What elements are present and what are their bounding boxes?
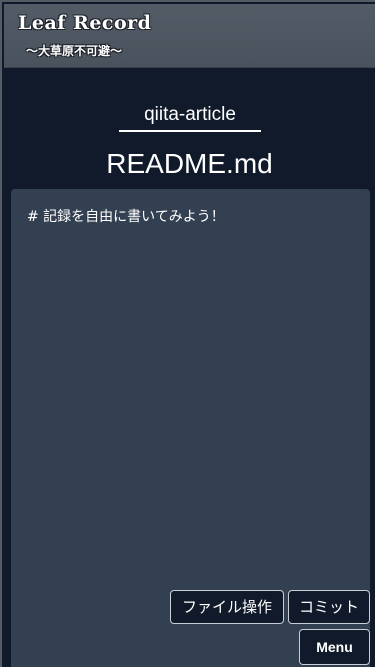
menu-button[interactable]: Menu [299, 629, 370, 665]
app-frame: Leaf Record 〜大草原不可避〜 qiita-article READM… [0, 0, 375, 667]
app-logo-subtitle: 〜大草原不可避〜 [26, 44, 123, 58]
app-header: Leaf Record 〜大草原不可避〜 [4, 4, 375, 68]
file-name-title: README.md [106, 148, 273, 179]
commit-button[interactable]: コミット [288, 590, 370, 624]
app-logo-title[interactable]: Leaf Record [18, 12, 151, 34]
file-operations-button[interactable]: ファイル操作 [170, 590, 284, 624]
editor-content[interactable]: # 記録を自由に書いてみよう！ [27, 207, 357, 227]
repository-name: qiita-article [119, 102, 261, 132]
